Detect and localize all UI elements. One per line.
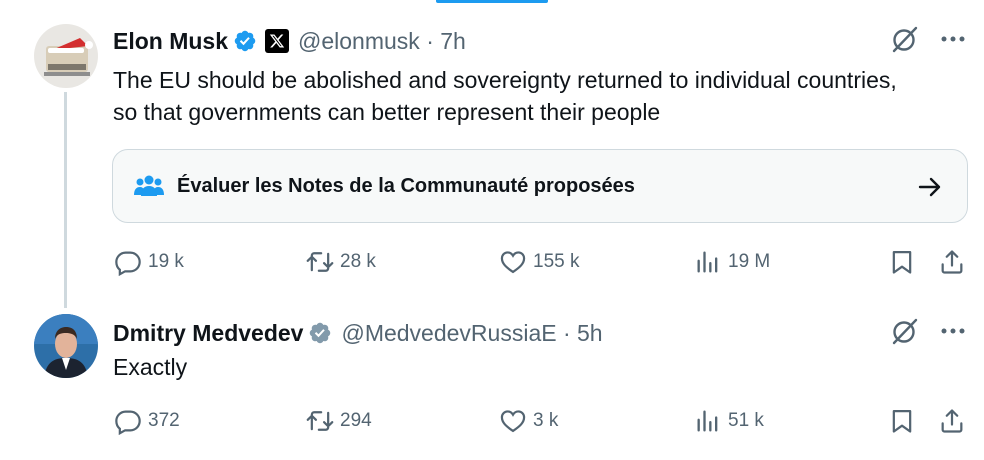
share-icon [941, 409, 963, 433]
retweet-icon [306, 411, 334, 431]
tweet-header: Dmitry Medvedev @MedvedevRussiaE · 5h [113, 318, 603, 348]
tweet-top-actions [890, 316, 966, 346]
verified-badge-icon [310, 322, 331, 344]
views-button[interactable]: 51 k [694, 404, 764, 438]
views-count: 51 k [728, 410, 764, 431]
tweet-text: The EU should be abolished and sovereign… [113, 67, 897, 125]
retweet-count: 28 k [340, 251, 376, 272]
like-count: 3 k [533, 410, 559, 431]
retweet-button[interactable]: 294 [306, 404, 372, 438]
avatar[interactable] [34, 314, 98, 378]
avatar[interactable] [34, 24, 98, 88]
share-button[interactable] [938, 245, 966, 279]
reply-count: 372 [148, 410, 180, 431]
reply-icon [115, 410, 141, 435]
like-icon [500, 251, 526, 274]
verified-badge-icon [234, 30, 256, 52]
grok-icon[interactable] [890, 24, 920, 54]
bookmark-icon [892, 409, 912, 433]
like-button[interactable]: 155 k [499, 245, 579, 279]
like-count: 155 k [533, 251, 580, 272]
tweet-actions: 372 294 3 k 51 k [0, 404, 984, 438]
author-handle[interactable]: @elonmusk · 7h [298, 28, 466, 55]
share-button[interactable] [938, 404, 966, 438]
author-name[interactable]: Elon Musk [113, 28, 228, 55]
reply-button[interactable]: 372 [114, 404, 180, 438]
community-notes-icon [134, 175, 164, 196]
tweet-header: Elon Musk @elonmusk · 7h [113, 26, 466, 56]
community-notes-card[interactable]: Évaluer les Notes de la Communauté propo… [112, 149, 968, 223]
views-button[interactable]: 19 M [694, 245, 770, 279]
retweet-count: 294 [340, 410, 372, 431]
tweet-top-actions [890, 24, 966, 54]
reply-button[interactable]: 19 k [114, 245, 184, 279]
tweet-elon[interactable]: Elon Musk @elonmusk · 7h The EU should b… [0, 0, 984, 308]
community-notes-label: Évaluer les Notes de la Communauté propo… [177, 174, 635, 197]
reply-count: 19 k [148, 251, 184, 272]
more-icon[interactable] [940, 316, 966, 346]
tweet-text: Exactly [113, 354, 188, 380]
author-name[interactable]: Dmitry Medvedev [113, 320, 303, 347]
like-button[interactable]: 3 k [499, 404, 558, 438]
retweet-icon [306, 252, 334, 272]
reply-icon [115, 251, 141, 276]
bookmark-icon [892, 250, 912, 274]
share-icon [941, 250, 963, 274]
like-icon [500, 410, 526, 433]
x-logo-icon [265, 29, 290, 53]
tweet-actions: 19 k 28 k 155 k 19 M [0, 245, 984, 279]
bookmark-button[interactable] [888, 404, 916, 438]
grok-icon[interactable] [890, 316, 920, 346]
more-icon[interactable] [940, 24, 966, 54]
views-icon [697, 251, 718, 273]
retweet-button[interactable]: 28 k [306, 245, 376, 279]
arrow-right-icon [918, 177, 941, 197]
bookmark-button[interactable] [888, 245, 916, 279]
views-count: 19 M [728, 251, 771, 272]
author-handle[interactable]: @MedvedevRussiaE · 5h [341, 320, 602, 347]
views-icon [697, 410, 718, 432]
